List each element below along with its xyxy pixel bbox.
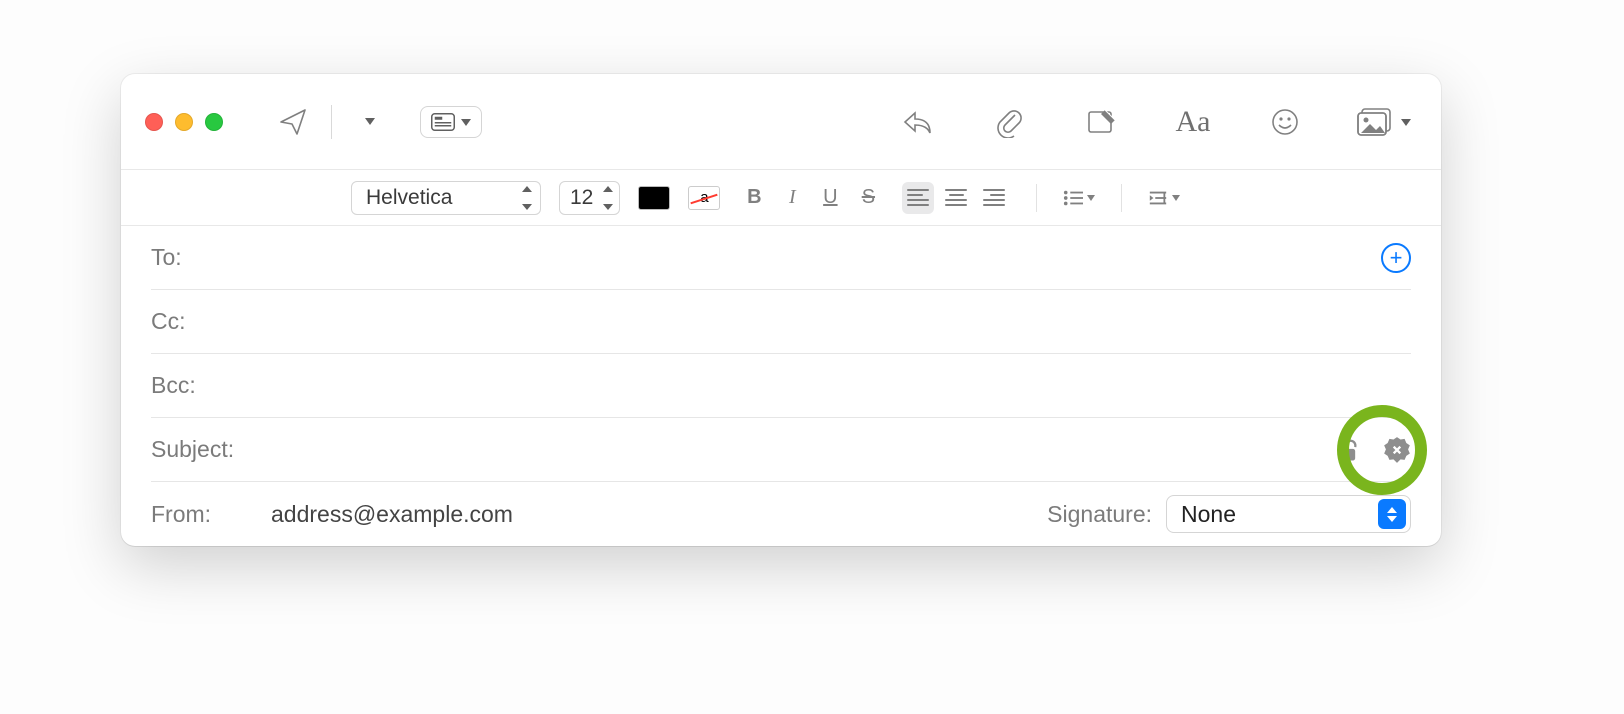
swatch-letter: a <box>700 189 708 206</box>
bcc-input[interactable] <box>259 354 1411 417</box>
separator <box>1036 184 1037 212</box>
stepper-icon <box>1378 499 1406 529</box>
to-row: To: + <box>151 226 1411 290</box>
signature-label: Signature: <box>1047 501 1152 528</box>
chevron-down-icon <box>461 113 471 131</box>
from-label: From: <box>151 501 259 528</box>
header-fields-dropdown[interactable] <box>420 106 482 138</box>
background-color-swatch[interactable]: a <box>688 186 720 210</box>
cc-input[interactable] <box>259 290 1411 353</box>
separator <box>331 105 332 139</box>
underline-button[interactable]: U <box>814 182 846 214</box>
alignment-group <box>902 182 1010 214</box>
cc-row: Cc: <box>151 290 1411 354</box>
signing-button[interactable] <box>1383 436 1411 464</box>
emoji-button[interactable] <box>1259 96 1311 148</box>
photo-browser-button[interactable] <box>1351 96 1417 148</box>
header-fields-icon <box>431 113 455 131</box>
to-input[interactable] <box>259 226 1381 289</box>
bold-button[interactable]: B <box>738 182 770 214</box>
strike-button[interactable]: S <box>852 182 884 214</box>
plus-icon: + <box>1390 247 1403 269</box>
align-right-button[interactable] <box>978 182 1010 214</box>
stepper-icon <box>603 186 613 210</box>
cc-label: Cc: <box>151 308 259 335</box>
separator <box>1121 184 1122 212</box>
align-left-icon <box>907 189 929 206</box>
header-fields: To: + Cc: Bcc: Subject: <box>121 226 1441 546</box>
format-button[interactable]: Aa <box>1167 96 1219 148</box>
format-bar: Helvetica 12 a B I U S <box>121 170 1441 226</box>
align-center-icon <box>945 189 967 206</box>
photo-icon <box>1357 106 1397 138</box>
send-options-dropdown[interactable] <box>344 96 396 148</box>
seal-icon <box>1383 436 1411 464</box>
markup-button[interactable] <box>1075 96 1127 148</box>
signature-value: None <box>1181 501 1236 528</box>
traffic-lights <box>145 113 223 131</box>
stepper-icon <box>522 186 532 210</box>
align-right-icon <box>983 189 1005 206</box>
compose-window: Aa <box>121 74 1441 546</box>
send-icon <box>277 106 309 138</box>
list-style-dropdown[interactable] <box>1063 182 1095 214</box>
align-center-button[interactable] <box>940 182 972 214</box>
italic-button[interactable]: I <box>776 182 808 214</box>
subject-label: Subject: <box>151 436 259 463</box>
paperclip-icon <box>993 106 1025 138</box>
send-button[interactable] <box>267 96 319 148</box>
emoji-icon <box>1269 106 1301 138</box>
encryption-button[interactable] <box>1333 436 1361 464</box>
text-color-swatch[interactable] <box>638 186 670 210</box>
window-minimize-button[interactable] <box>175 113 193 131</box>
titlebar: Aa <box>121 74 1441 170</box>
unlock-icon <box>1333 436 1361 464</box>
signature-select[interactable]: None <box>1166 495 1411 533</box>
bcc-label: Bcc: <box>151 372 259 399</box>
add-recipient-button[interactable]: + <box>1381 243 1411 273</box>
reply-button[interactable] <box>891 96 943 148</box>
toolbar-right: Aa <box>891 96 1417 148</box>
indent-icon <box>1148 187 1168 209</box>
window-close-button[interactable] <box>145 113 163 131</box>
text-style-group: B I U S <box>738 182 884 214</box>
subject-row: Subject: <box>151 418 1411 482</box>
from-value[interactable]: address@example.com <box>271 501 513 528</box>
align-left-button[interactable] <box>902 182 934 214</box>
indent-dropdown[interactable] <box>1148 182 1180 214</box>
from-row: From: address@example.com Signature: Non… <box>151 482 1411 546</box>
bcc-row: Bcc: <box>151 354 1411 418</box>
to-label: To: <box>151 244 259 271</box>
font-size-select[interactable]: 12 <box>559 181 620 215</box>
chevron-down-icon <box>1401 114 1411 129</box>
font-family-value: Helvetica <box>366 186 452 210</box>
reply-icon <box>901 106 933 138</box>
window-zoom-button[interactable] <box>205 113 223 131</box>
font-family-select[interactable]: Helvetica <box>351 181 541 215</box>
markup-icon <box>1085 106 1117 138</box>
subject-input[interactable] <box>259 418 1333 481</box>
font-size-value: 12 <box>570 186 593 210</box>
list-icon <box>1063 187 1083 209</box>
attach-button[interactable] <box>983 96 1035 148</box>
